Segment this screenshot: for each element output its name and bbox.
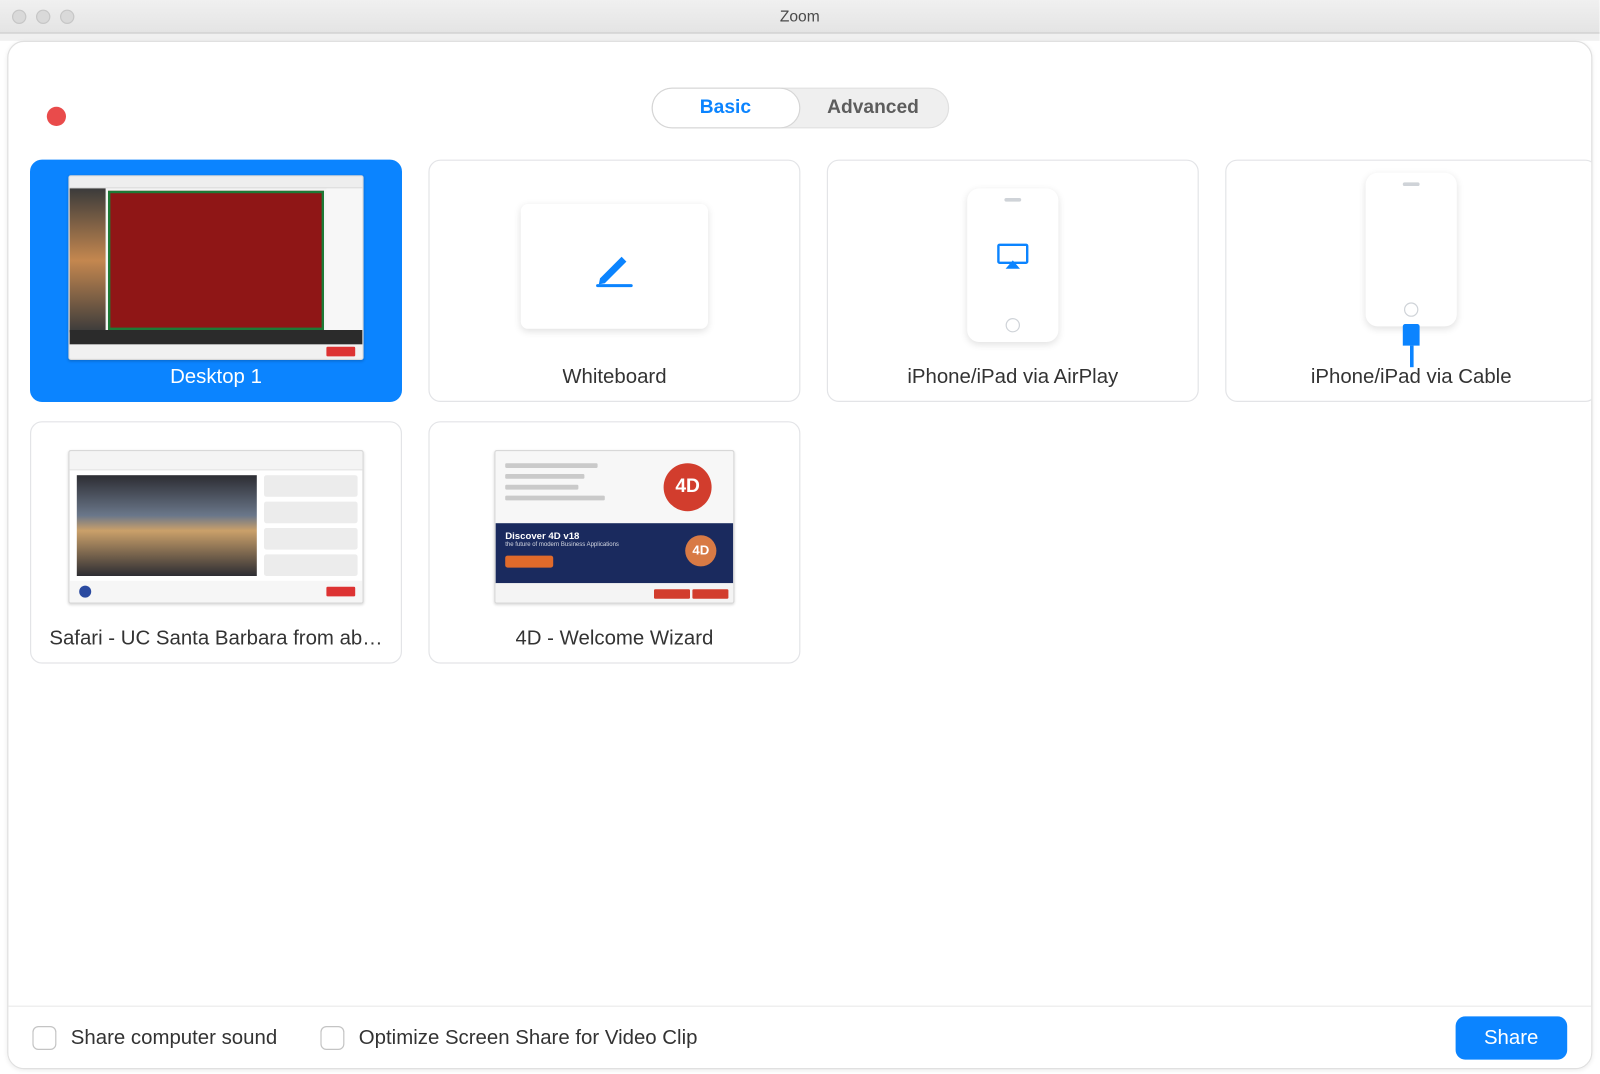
tile-label: iPhone/iPad via Cable: [1311, 365, 1512, 389]
tile-label: 4D - Welcome Wizard: [515, 626, 713, 650]
fourd-thumbnail: 4D Discover 4D v18 the future of modern …: [430, 422, 800, 626]
phone-speaker-icon: [1403, 182, 1420, 186]
traffic-lights: [12, 9, 74, 23]
tab-basic[interactable]: Basic: [651, 88, 800, 129]
airplay-icon: [996, 242, 1030, 277]
share-tile-airplay[interactable]: iPhone/iPad via AirPlay: [827, 160, 1199, 402]
phone-home-icon: [1006, 318, 1020, 332]
phone-home-icon: [1404, 302, 1418, 316]
safari-thumbnail: [31, 422, 401, 626]
checkbox-share-sound[interactable]: Share computer sound: [32, 1025, 277, 1049]
checkbox-label: Share computer sound: [71, 1025, 277, 1049]
bottom-bar: Share computer sound Optimize Screen Sha…: [8, 1006, 1591, 1068]
tile-label: Whiteboard: [562, 365, 666, 389]
tile-label: iPhone/iPad via AirPlay: [907, 365, 1118, 389]
tab-strip: Basic Advanced: [8, 42, 1591, 128]
checkbox-box-icon: [32, 1025, 56, 1049]
share-tile-desktop1[interactable]: Desktop 1: [30, 160, 402, 402]
titlebar-shadow: [0, 34, 1600, 41]
tile-label: Desktop 1: [170, 365, 262, 389]
cable-plug-icon: [1403, 324, 1420, 367]
checkbox-label: Optimize Screen Share for Video Clip: [359, 1025, 698, 1049]
cable-thumbnail: [1226, 161, 1592, 365]
traffic-max-icon[interactable]: [60, 9, 74, 23]
share-tile-whiteboard[interactable]: Whiteboard: [428, 160, 800, 402]
airplay-thumbnail: [828, 161, 1198, 365]
fourd-logo-icon: 4D: [664, 463, 712, 511]
phone-speaker-icon: [1004, 198, 1021, 202]
whiteboard-thumbnail: [430, 161, 800, 365]
window-title: Zoom: [0, 7, 1600, 25]
share-tile-4d[interactable]: 4D Discover 4D v18 the future of modern …: [428, 421, 800, 663]
traffic-close-icon[interactable]: [12, 9, 26, 23]
checkbox-box-icon: [320, 1025, 344, 1049]
share-tile-safari[interactable]: Safari - UC Santa Barbara from ab…: [30, 421, 402, 663]
tab-advanced[interactable]: Advanced: [799, 89, 948, 127]
tile-label: Safari - UC Santa Barbara from ab…: [49, 626, 382, 650]
desktop1-thumbnail: [31, 161, 401, 365]
traffic-min-icon[interactable]: [36, 9, 50, 23]
share-sheet: Basic Advanced Desktop 1: [7, 41, 1592, 1069]
pencil-icon: [590, 242, 638, 290]
checkbox-optimize-video[interactable]: Optimize Screen Share for Video Clip: [320, 1025, 697, 1049]
window-titlebar: Zoom: [0, 0, 1600, 34]
share-tile-cable[interactable]: iPhone/iPad via Cable: [1225, 160, 1592, 402]
share-target-grid: Desktop 1 Whiteboard: [8, 128, 1591, 663]
segmented-control: Basic Advanced: [651, 88, 949, 129]
share-button[interactable]: Share: [1455, 1016, 1567, 1059]
stop-share-indicator-icon[interactable]: [47, 107, 66, 126]
fourd-logo2-icon: 4D: [685, 535, 716, 566]
